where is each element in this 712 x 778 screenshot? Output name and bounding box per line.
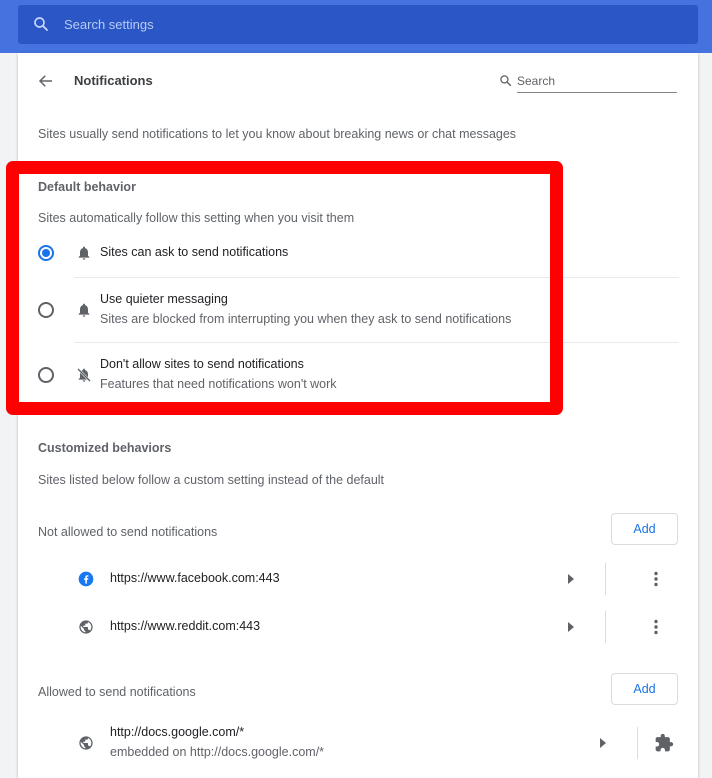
- search-icon: [500, 75, 512, 87]
- divider: [74, 277, 679, 278]
- site-embedded-on: embedded on http://docs.google.com/*: [110, 745, 325, 759]
- facebook-icon: [78, 571, 94, 587]
- more-actions-icon[interactable]: [648, 571, 664, 587]
- option-ask-label: Sites can ask to send notifications: [100, 245, 289, 259]
- site-url: https://www.reddit.com:443: [110, 619, 261, 633]
- settings-search-box[interactable]: [18, 5, 698, 44]
- option-dont-allow-sublabel: Features that need notifications won't w…: [100, 377, 337, 391]
- separator: [605, 563, 606, 595]
- more-actions-icon[interactable]: [648, 619, 664, 635]
- add-blocked-site-button[interactable]: Add: [611, 513, 678, 545]
- allowed-label: Allowed to send notifications: [38, 685, 196, 699]
- option-dont-allow-label: Don't allow sites to send notifications: [100, 357, 304, 371]
- intro-text: Sites usually send notifications to let …: [38, 127, 517, 141]
- customized-description: Sites listed below follow a custom setti…: [38, 473, 385, 487]
- separator: [637, 727, 638, 759]
- divider: [74, 342, 679, 343]
- default-behavior-description: Sites automatically follow this setting …: [38, 211, 355, 225]
- search-icon: [34, 17, 48, 31]
- site-url: https://www.facebook.com:443: [110, 571, 280, 585]
- default-behavior-heading: Default behavior: [38, 180, 136, 194]
- separator: [605, 611, 606, 643]
- bell-icon: [78, 246, 90, 260]
- top-bar: [0, 0, 712, 53]
- radio-quieter[interactable]: [38, 302, 54, 318]
- expand-arrow-icon[interactable]: [567, 622, 575, 632]
- site-url: http://docs.google.com/*: [110, 725, 245, 739]
- bell-icon: [78, 303, 90, 317]
- option-quieter-label: Use quieter messaging: [100, 292, 228, 306]
- settings-search-input[interactable]: [64, 5, 664, 44]
- option-quieter-sublabel: Sites are blocked from interrupting you …: [100, 312, 512, 326]
- settings-card: [18, 53, 698, 778]
- radio-ask[interactable]: [38, 245, 54, 261]
- expand-arrow-icon[interactable]: [567, 574, 575, 584]
- page-search-input[interactable]: [517, 69, 677, 93]
- add-allowed-site-button[interactable]: Add: [611, 673, 678, 705]
- radio-dont-allow[interactable]: [38, 367, 54, 383]
- page-title: Notifications: [74, 73, 153, 88]
- not-allowed-label: Not allowed to send notifications: [38, 525, 218, 539]
- globe-icon: [79, 620, 93, 634]
- bell-off-icon: [77, 368, 91, 382]
- puzzle-icon[interactable]: [654, 733, 674, 753]
- customized-heading: Customized behaviors: [38, 441, 172, 455]
- globe-icon: [79, 736, 93, 750]
- back-arrow-icon[interactable]: [37, 72, 55, 90]
- page-search[interactable]: [499, 69, 679, 94]
- expand-arrow-icon[interactable]: [599, 738, 607, 748]
